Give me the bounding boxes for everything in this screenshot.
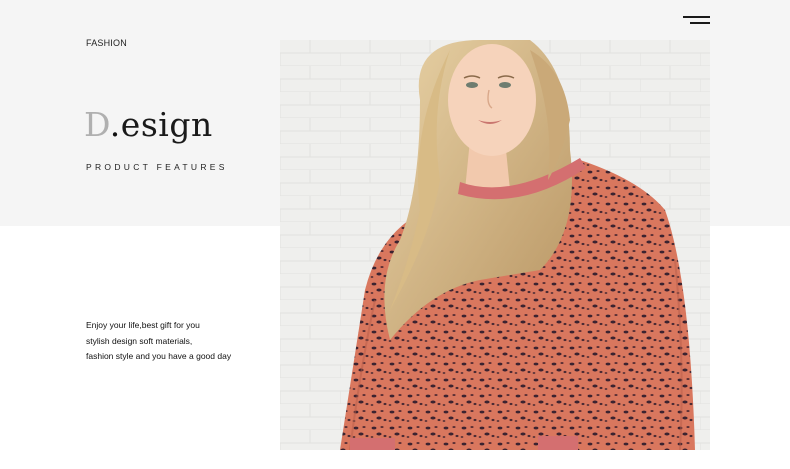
logo-dot: . bbox=[109, 105, 121, 144]
description-line: fashion style and you have a good day bbox=[86, 351, 232, 361]
model-photo-illustration bbox=[280, 40, 710, 450]
description-line: stylish design soft materials, bbox=[86, 335, 193, 346]
menu-line-top bbox=[683, 16, 710, 18]
description-text: Enjoy your life,best gift for you stylis… bbox=[86, 318, 231, 365]
product-features-subtitle: PRODUCT FEATURES bbox=[86, 162, 228, 172]
model-photo bbox=[280, 40, 710, 450]
design-logo: D.esign bbox=[84, 108, 213, 141]
description-line: Enjoy your life,best gift for you bbox=[86, 320, 200, 330]
logo-rest: esign bbox=[120, 105, 213, 144]
menu-line-bottom bbox=[690, 22, 710, 24]
hamburger-menu-icon[interactable] bbox=[683, 15, 710, 27]
logo-initial: D bbox=[84, 105, 110, 144]
category-label: FASHION bbox=[86, 38, 127, 48]
